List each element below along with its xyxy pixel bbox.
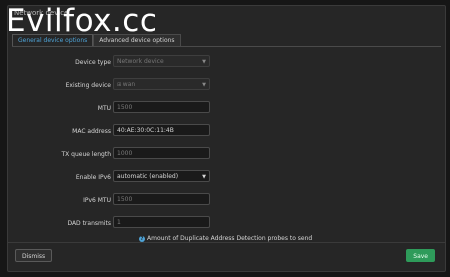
row-mtu: MTU 1500	[8, 101, 445, 115]
row-dad-transmits: DAD transmits 1	[8, 216, 445, 230]
chevron-down-icon: ▼	[202, 82, 206, 88]
existing-device-select: ⊞ wan ▼	[113, 78, 210, 90]
network-device-dialog: Network device General device options Ad…	[7, 5, 446, 272]
tx-queue-length-input[interactable]: 1000	[113, 147, 210, 159]
enable-ipv6-select[interactable]: automatic (enabled) ▼	[113, 170, 210, 182]
enable-ipv6-label: Enable IPv6	[75, 174, 111, 181]
device-type-value: Network device	[117, 58, 164, 65]
ipv6-mtu-label: IPv6 MTU	[83, 197, 111, 204]
row-mac-address: MAC address 40:AE:30:0C:11:4B	[8, 124, 445, 138]
dad-transmits-hint: ? Amount of Duplicate Address Detection …	[139, 235, 312, 242]
mtu-input[interactable]: 1500	[113, 101, 210, 113]
tab-divider	[12, 46, 441, 47]
tx-queue-length-label: TX queue length	[61, 151, 111, 158]
row-ipv6-mtu: IPv6 MTU 1500	[8, 193, 445, 207]
chevron-down-icon: ▼	[202, 174, 206, 180]
watermark-text: Evilfox.cc	[6, 3, 158, 39]
dad-transmits-input[interactable]: 1	[113, 216, 210, 228]
chevron-down-icon: ▼	[202, 59, 206, 65]
dad-transmits-label: DAD transmits	[67, 220, 111, 227]
existing-device-value: wan	[122, 81, 136, 88]
device-type-label: Device type	[75, 59, 111, 66]
ipv6-mtu-input[interactable]: 1500	[113, 193, 210, 205]
footer-divider	[8, 242, 445, 243]
row-enable-ipv6: Enable IPv6 automatic (enabled) ▼	[8, 170, 445, 184]
row-device-type: Device type Network device ▼	[8, 55, 445, 69]
row-tx-queue-length: TX queue length 1000	[8, 147, 445, 161]
mac-address-label: MAC address	[72, 128, 111, 135]
enable-ipv6-value: automatic (enabled)	[117, 173, 179, 180]
mtu-label: MTU	[97, 105, 111, 112]
row-existing-device: Existing device ⊞ wan ▼	[8, 78, 445, 92]
hint-text: Amount of Duplicate Address Detection pr…	[147, 235, 313, 242]
save-button[interactable]: Save	[406, 249, 435, 262]
info-icon: ?	[139, 235, 145, 242]
device-type-select: Network device ▼	[113, 55, 210, 67]
existing-device-label: Existing device	[65, 82, 111, 89]
mac-address-input[interactable]: 40:AE:30:0C:11:4B	[113, 124, 210, 136]
dismiss-button[interactable]: Dismiss	[15, 249, 53, 262]
